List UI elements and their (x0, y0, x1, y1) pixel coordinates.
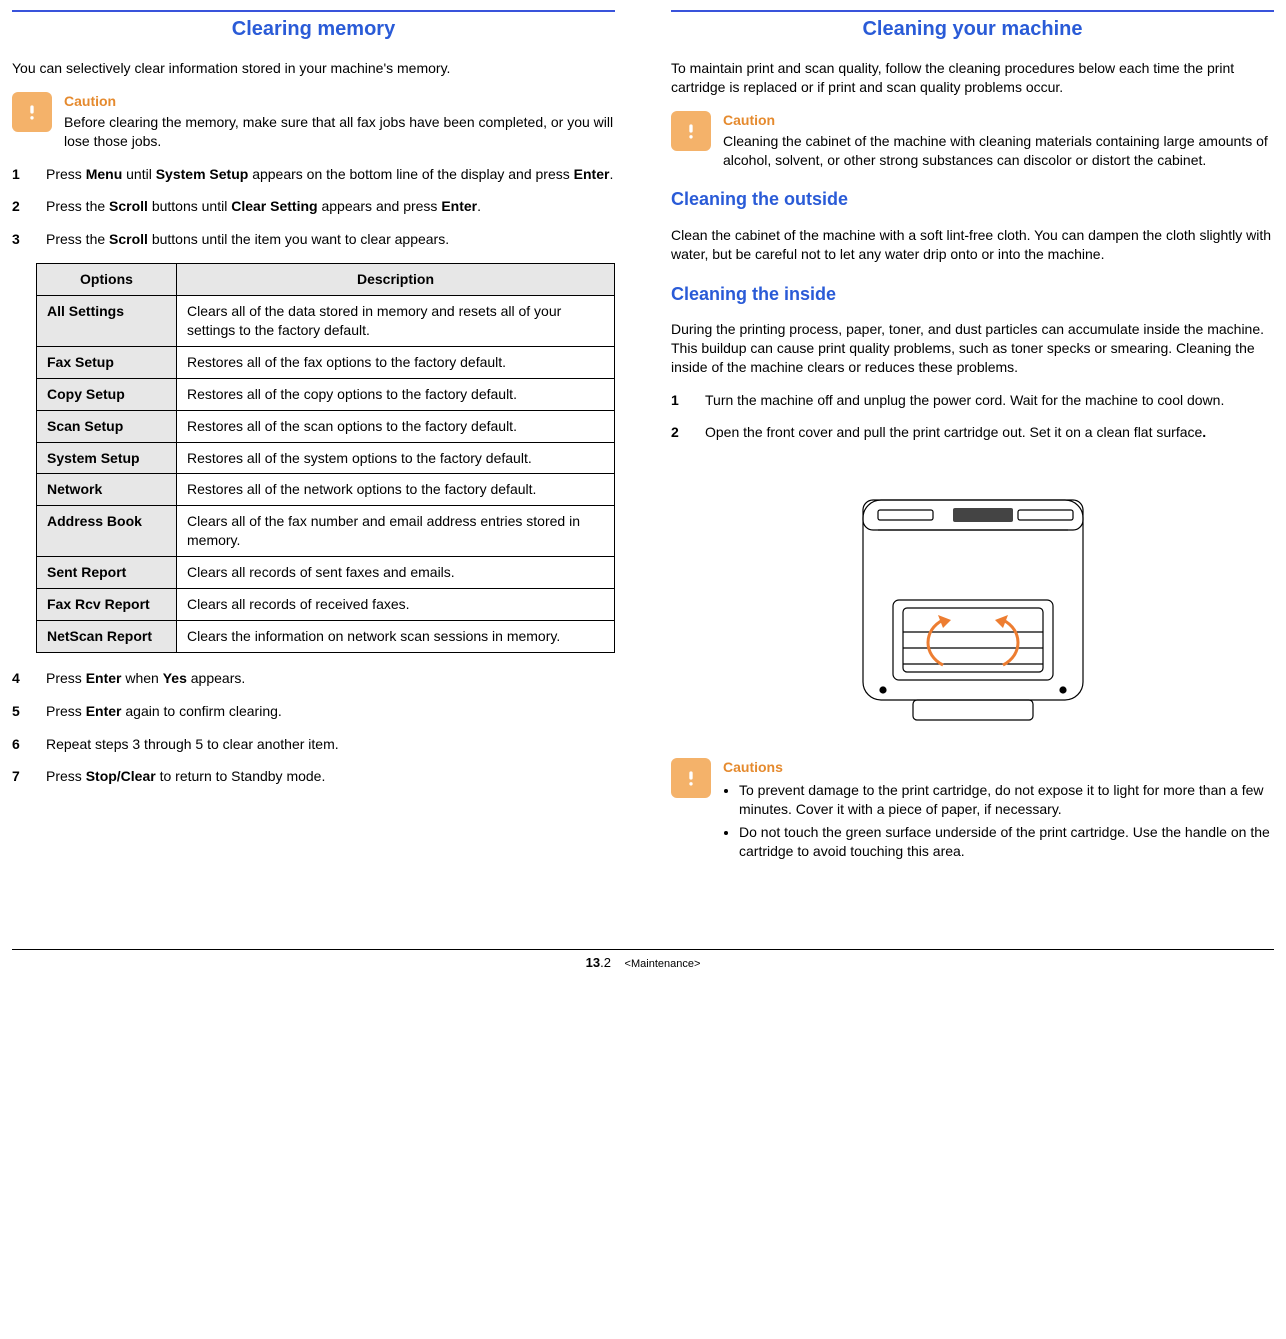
option-name: NetScan Report (37, 620, 177, 652)
intro-cleaning: To maintain print and scan quality, foll… (671, 59, 1274, 97)
subheading-outside: Cleaning the outside (671, 187, 1274, 211)
step-text: Press Enter again to confirm clearing. (46, 702, 615, 721)
caution-icon (12, 92, 52, 132)
table-row: Fax SetupRestores all of the fax options… (37, 346, 615, 378)
steps-inside: 1 Turn the machine off and unplug the po… (671, 391, 1274, 443)
step-text: Press Menu until System Setup appears on… (46, 165, 615, 184)
page-footer: 13.2 <Maintenance> (12, 949, 1274, 972)
caution-cleaning: Caution Cleaning the cabinet of the mach… (671, 111, 1274, 170)
step-number: 2 (671, 423, 689, 442)
option-description: Clears all of the fax number and email a… (177, 506, 615, 557)
caution-clearing: Caution Before clearing the memory, make… (12, 92, 615, 151)
option-name: All Settings (37, 296, 177, 347)
option-name: Copy Setup (37, 378, 177, 410)
step-number: 4 (12, 669, 30, 688)
table-row: Copy SetupRestores all of the copy optio… (37, 378, 615, 410)
table-row: NetworkRestores all of the network optio… (37, 474, 615, 506)
step-number: 1 (671, 391, 689, 410)
paragraph-outside: Clean the cabinet of the machine with a … (671, 226, 1274, 264)
table-row: NetScan ReportClears the information on … (37, 620, 615, 652)
step-number: 1 (12, 165, 30, 184)
step-text: Press the Scroll buttons until Clear Set… (46, 197, 615, 216)
option-name: Address Book (37, 506, 177, 557)
step-number: 7 (12, 767, 30, 786)
table-row: Fax Rcv ReportClears all records of rece… (37, 589, 615, 621)
option-description: Restores all of the copy options to the … (177, 378, 615, 410)
caution-icon (671, 758, 711, 798)
printer-illustration (823, 460, 1123, 740)
option-name: Fax Rcv Report (37, 589, 177, 621)
option-description: Clears all records of sent faxes and ema… (177, 557, 615, 589)
caution-body: Before clearing the memory, make sure th… (64, 113, 615, 151)
step-text: Turn the machine off and unplug the powe… (705, 391, 1274, 410)
caution-title: Caution (723, 111, 1274, 130)
table-row: Address BookClears all of the fax number… (37, 506, 615, 557)
step-text: Press Enter when Yes appears. (46, 669, 615, 688)
option-name: Network (37, 474, 177, 506)
caution-body: Cleaning the cabinet of the machine with… (723, 132, 1274, 170)
steps-clearing: 1 Press Menu until System Setup appears … (12, 165, 615, 250)
footer-section: <Maintenance> (625, 958, 701, 970)
option-name: Fax Setup (37, 346, 177, 378)
table-header-description: Description (177, 264, 615, 296)
intro-clearing-memory: You can selectively clear information st… (12, 59, 615, 78)
step-text: Press Stop/Clear to return to Standby mo… (46, 767, 615, 786)
caution-icon (671, 111, 711, 151)
option-description: Clears all records of received faxes. (177, 589, 615, 621)
step-number: 5 (12, 702, 30, 721)
steps-clearing-cont: 4 Press Enter when Yes appears. 5 Press … (12, 669, 615, 787)
caution-item: Do not touch the green surface underside… (739, 823, 1274, 861)
caution-title: Caution (64, 92, 615, 111)
table-row: Scan SetupRestores all of the scan optio… (37, 410, 615, 442)
step-text: Repeat steps 3 through 5 to clear anothe… (46, 735, 615, 754)
option-description: Restores all of the scan options to the … (177, 410, 615, 442)
step-number: 2 (12, 197, 30, 216)
footer-page: .2 (600, 955, 611, 970)
table-header-options: Options (37, 264, 177, 296)
footer-chapter: 13 (586, 955, 600, 970)
right-column: Cleaning your machine To maintain print … (671, 10, 1274, 879)
subheading-inside: Cleaning the inside (671, 282, 1274, 306)
step-text: Open the front cover and pull the print … (705, 423, 1274, 442)
caution-item: To prevent damage to the print cartridge… (739, 781, 1274, 819)
paragraph-inside: During the printing process, paper, tone… (671, 320, 1274, 377)
left-column: Clearing memory You can selectively clea… (12, 10, 615, 879)
heading-clearing-memory: Clearing memory (12, 10, 615, 43)
step-number: 3 (12, 230, 30, 249)
option-name: System Setup (37, 442, 177, 474)
page-columns: Clearing memory You can selectively clea… (12, 10, 1274, 879)
cautions-cartridge: Cautions To prevent damage to the print … (671, 758, 1274, 864)
option-description: Restores all of the system options to th… (177, 442, 615, 474)
heading-cleaning-machine: Cleaning your machine (671, 10, 1274, 43)
options-table: Options Description All SettingsClears a… (36, 263, 615, 653)
option-name: Scan Setup (37, 410, 177, 442)
option-description: Clears the information on network scan s… (177, 620, 615, 652)
table-row: Sent ReportClears all records of sent fa… (37, 557, 615, 589)
cautions-title: Cautions (723, 758, 1274, 777)
option-description: Clears all of the data stored in memory … (177, 296, 615, 347)
option-description: Restores all of the network options to t… (177, 474, 615, 506)
step-text: Press the Scroll buttons until the item … (46, 230, 615, 249)
cautions-list: To prevent damage to the print cartridge… (723, 781, 1274, 861)
table-row: System SetupRestores all of the system o… (37, 442, 615, 474)
table-row: All SettingsClears all of the data store… (37, 296, 615, 347)
step-number: 6 (12, 735, 30, 754)
option-description: Restores all of the fax options to the f… (177, 346, 615, 378)
option-name: Sent Report (37, 557, 177, 589)
